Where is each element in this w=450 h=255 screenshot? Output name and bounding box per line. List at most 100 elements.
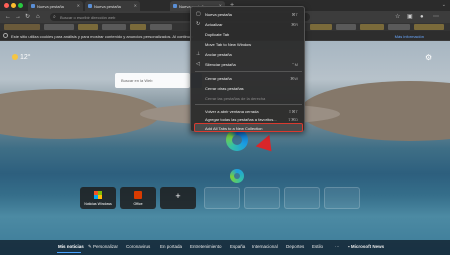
plus-icon: + <box>175 191 181 201</box>
brand-label: Microsoft News <box>350 244 385 249</box>
favorite-item[interactable] <box>150 24 172 30</box>
menu-item-mute-tab[interactable]: ◁ Silenciar pestaña ⌃M <box>191 60 304 69</box>
empty-tile <box>204 187 240 209</box>
tile-label: Office <box>133 202 143 206</box>
more-options-icon[interactable]: ⋯ <box>433 13 439 21</box>
menu-item-label: Add All Tabs to a New Collection <box>205 126 263 131</box>
pin-icon: ⊥ <box>196 51 201 57</box>
edge-tab-icon <box>173 4 177 8</box>
mute-icon: ◁ <box>196 61 200 67</box>
edge-logo-icon <box>226 129 248 151</box>
news-tab-espana[interactable]: España <box>230 244 245 249</box>
favorites-icon[interactable]: ☆ <box>395 13 400 21</box>
menu-item-add-all-to-collection[interactable]: Add All Tabs to a New Collection <box>194 123 303 132</box>
news-tab-deportes[interactable]: Deportes <box>286 244 304 249</box>
edge-tab-icon <box>31 4 35 8</box>
new-tab-icon: ▢ <box>196 11 201 17</box>
office-logo-icon <box>134 191 142 199</box>
menu-item-label: Volver a abrir ventana cerrada <box>205 109 259 114</box>
menu-item-shortcut: ⌘W <box>290 76 298 81</box>
quick-link-office[interactable]: Office <box>120 187 156 209</box>
menu-item-label: Move Tab to New Window <box>205 42 252 47</box>
menu-item-pin-tab[interactable]: ⊥ Anclar pestaña <box>191 50 304 59</box>
menu-item-label: Cerrar las pestañas de la derecha <box>205 96 266 101</box>
gear-icon[interactable]: ⚙ <box>425 53 432 62</box>
temperature: 12° <box>20 54 31 61</box>
background-hill <box>0 89 160 139</box>
menu-item-label: Silenciar pestaña <box>205 62 236 67</box>
menu-item-shortcut: ⌃M <box>291 62 298 67</box>
menu-item-close-tab[interactable]: Cerrar pestaña ⌘W <box>191 74 304 83</box>
menu-item-label: Actualizar <box>205 22 223 27</box>
weather-widget[interactable]: 12° <box>12 54 31 61</box>
collections-icon[interactable]: ▣ <box>407 13 413 21</box>
home-icon[interactable]: ⌂ <box>36 13 40 21</box>
favorite-item[interactable] <box>336 24 356 30</box>
news-tab-internacional[interactable]: Internacional <box>252 244 278 249</box>
favorite-item[interactable] <box>102 24 126 30</box>
more-info-link[interactable]: Más información <box>395 34 424 39</box>
forward-icon[interactable]: → <box>15 13 21 21</box>
tab-context-menu: ▢ Nueva pestaña ⌘T ↻ Actualizar ⌘R Dupli… <box>190 6 305 132</box>
menu-item-close-other-tabs[interactable]: Cerrar otras pestañas <box>191 84 304 93</box>
favorite-item[interactable] <box>130 24 146 30</box>
menu-item-duplicate-tab[interactable]: Duplicate Tab <box>191 30 304 39</box>
favorite-item[interactable] <box>310 24 332 30</box>
favorite-item[interactable] <box>44 24 74 30</box>
favorite-item[interactable] <box>414 24 444 30</box>
browser-window: Nueva pestaña ✕ Nueva pestaña ✕ Nueva pe… <box>0 0 450 255</box>
menu-separator <box>195 71 302 72</box>
tab-title: Nueva pestaña <box>37 4 64 9</box>
close-icon[interactable]: ✕ <box>77 3 80 8</box>
quick-link-noticias-windows[interactable]: Noticias Windows <box>80 187 116 209</box>
tab-title: Nueva pestaña <box>94 4 121 9</box>
favorite-item[interactable] <box>4 24 40 30</box>
empty-tile <box>244 187 280 209</box>
tab-1[interactable]: Nueva pestaña ✕ <box>28 1 83 11</box>
address-placeholder: Buscar o escribir dirección web <box>60 15 116 20</box>
menu-separator <box>195 104 302 105</box>
menu-item-shortcut: ⇧⌘T <box>288 109 298 114</box>
windows-logo-icon <box>94 191 102 199</box>
empty-tile <box>324 187 360 209</box>
active-tab-underline <box>57 252 81 253</box>
favorite-item[interactable] <box>78 24 98 30</box>
sun-icon <box>12 54 18 60</box>
empty-tile <box>284 187 320 209</box>
favorite-item[interactable] <box>360 24 384 30</box>
menu-item-new-tab[interactable]: ▢ Nueva pestaña ⌘T <box>191 10 304 19</box>
news-more-icon[interactable]: ⋯ <box>335 244 340 250</box>
tab-2[interactable]: Nueva pestaña ✕ <box>85 1 140 11</box>
red-arrow-pointer-icon <box>255 134 279 158</box>
news-tab-personalizar[interactable]: ✎ Personalizar <box>88 244 118 250</box>
news-tab-mis-noticias[interactable]: Mis noticias <box>58 244 84 249</box>
profile-icon[interactable]: ● <box>420 13 424 21</box>
menu-item-label: Agregar todas las pestañas a favoritos..… <box>205 117 277 122</box>
news-tab-label: Personalizar <box>93 244 119 249</box>
news-tab-coronavirus[interactable]: Coronavirus <box>126 244 150 249</box>
back-icon[interactable]: ← <box>5 13 11 21</box>
search-placeholder: Buscar en la Web <box>121 78 153 83</box>
news-tab-en-portada[interactable]: En portada <box>160 244 182 249</box>
menu-item-label: Anclar pestaña <box>205 52 232 57</box>
menu-item-label: Duplicate Tab <box>205 32 230 37</box>
maximize-window-button[interactable] <box>18 3 23 8</box>
menu-item-label: Cerrar pestaña <box>205 76 232 81</box>
refresh-icon: ↻ <box>196 21 201 27</box>
favorite-item[interactable] <box>388 24 410 30</box>
refresh-icon[interactable]: ↻ <box>25 13 30 21</box>
add-quick-link-button[interactable]: + <box>160 187 196 209</box>
menu-item-shortcut: ⇧⌘D <box>287 117 298 122</box>
menu-item-shortcut: ⌘T <box>291 12 298 17</box>
close-icon[interactable]: ✕ <box>134 3 137 8</box>
news-tab-entretenimiento[interactable]: Entretenimiento <box>190 244 222 249</box>
microsoft-news-brand[interactable]: ▪ Microsoft News <box>348 244 384 249</box>
web-search-input[interactable]: Buscar en la Web <box>115 73 190 88</box>
menu-item-move-tab[interactable]: Move Tab to New Window <box>191 40 304 49</box>
menu-item-refresh[interactable]: ↻ Actualizar ⌘R <box>191 20 304 29</box>
close-window-button[interactable] <box>4 3 9 8</box>
news-tab-estilo[interactable]: Estilo <box>312 244 323 249</box>
minimize-window-button[interactable] <box>11 3 16 8</box>
tab-actions-icon[interactable]: ⌄ <box>442 2 446 8</box>
menu-item-close-tabs-right: Cerrar las pestañas de la derecha <box>191 94 304 103</box>
